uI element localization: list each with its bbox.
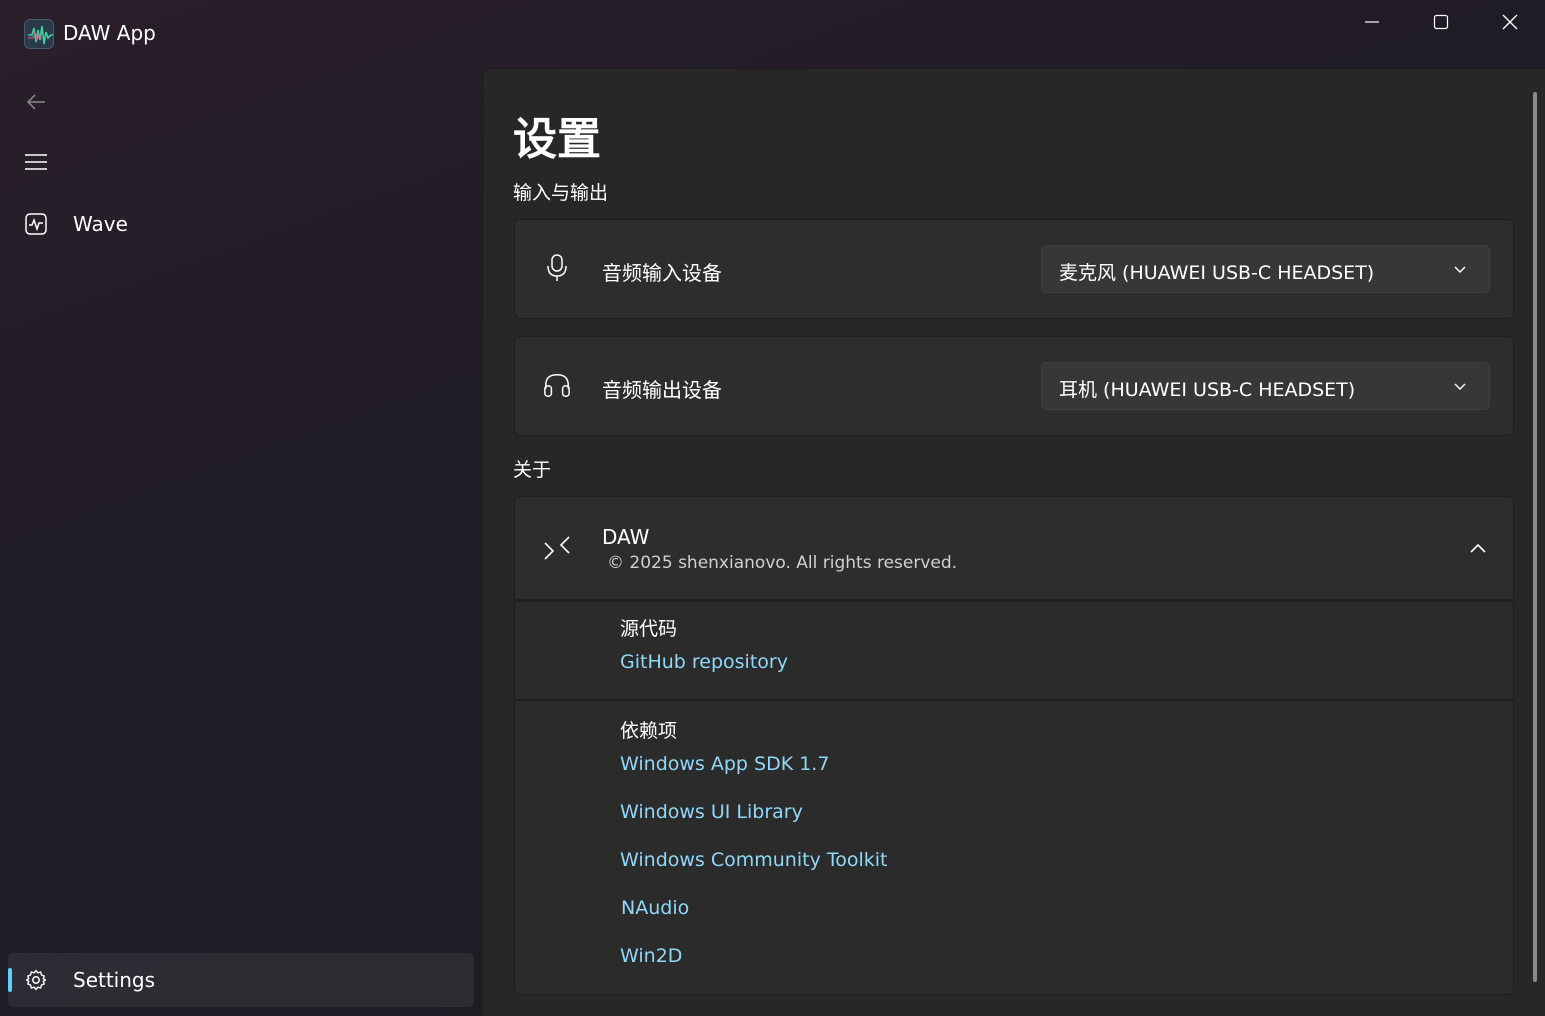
chevron-down-icon (1454, 266, 1466, 273)
nav-item-label: Settings (73, 968, 156, 992)
minimize-button[interactable] (1338, 0, 1406, 44)
hamburger-icon (25, 154, 47, 170)
app-icon (24, 19, 54, 49)
minimize-icon (1365, 21, 1379, 23)
title-bar: DAW App (0, 0, 1545, 68)
dependency-link[interactable]: NAudio (621, 897, 689, 919)
hamburger-menu-button[interactable] (22, 148, 50, 176)
dependency-link[interactable]: Win2D (620, 945, 682, 967)
microphone-icon (543, 254, 571, 282)
maximize-icon (1433, 14, 1449, 30)
dependency-link[interactable]: Windows App SDK 1.7 (620, 753, 829, 775)
chevron-up-icon[interactable] (1469, 541, 1487, 555)
selection-indicator (8, 968, 12, 992)
section-header-about: 关于 (513, 459, 552, 481)
window-title: DAW App (63, 21, 156, 45)
vertical-scrollbar[interactable] (1533, 92, 1537, 982)
source-code-heading: 源代码 (620, 618, 678, 640)
gear-icon (24, 968, 48, 992)
dependency-link[interactable]: Windows UI Library (620, 801, 803, 823)
about-expander-header[interactable]: DAW © 2025 shenxianovo. All rights reser… (514, 496, 1514, 600)
close-icon (1502, 14, 1518, 30)
section-header-io: 输入与输出 (513, 182, 609, 204)
maximize-button[interactable] (1407, 0, 1475, 44)
nav-item-wave[interactable]: Wave (8, 197, 474, 251)
page-title: 设置 (513, 114, 601, 165)
wave-icon (24, 212, 48, 236)
chevron-down-icon (1454, 383, 1466, 390)
divider (515, 699, 1513, 701)
back-button[interactable] (22, 88, 50, 116)
dependency-link[interactable]: Windows Community Toolkit (620, 849, 888, 871)
nav-item-label: Wave (73, 212, 128, 236)
nav-item-settings[interactable]: Settings (8, 953, 474, 1007)
audio-output-dropdown[interactable]: 耳机 (HUAWEI USB-C HEADSET) (1041, 362, 1490, 410)
about-app-name: DAW (602, 525, 650, 549)
audio-output-value: 耳机 (HUAWEI USB-C HEADSET) (1059, 379, 1356, 401)
headphones-icon (543, 371, 571, 399)
audio-input-label: 音频输入设备 (602, 261, 722, 285)
about-expander-content: 源代码 GitHub repository 依赖项 Windows App SD… (514, 600, 1514, 995)
divider (515, 600, 1513, 602)
back-arrow-icon (26, 94, 45, 110)
app-logo-icon (543, 534, 571, 562)
dependencies-heading: 依赖项 (620, 720, 678, 742)
audio-input-card: 音频输入设备 麦克风 (HUAWEI USB-C HEADSET) (514, 219, 1514, 319)
about-copyright: © 2025 shenxianovo. All rights reserved. (607, 553, 958, 573)
audio-output-card: 音频输出设备 耳机 (HUAWEI USB-C HEADSET) (514, 336, 1514, 436)
github-repository-link[interactable]: GitHub repository (620, 651, 788, 673)
settings-page: 设置 输入与输出 音频输入设备 麦克风 (HUAWEI USB-C HEADSE… (482, 68, 1545, 1016)
audio-output-label: 音频输出设备 (602, 378, 722, 402)
audio-input-value: 麦克风 (HUAWEI USB-C HEADSET) (1059, 262, 1375, 284)
audio-input-dropdown[interactable]: 麦克风 (HUAWEI USB-C HEADSET) (1041, 245, 1490, 293)
close-button[interactable] (1476, 0, 1544, 44)
